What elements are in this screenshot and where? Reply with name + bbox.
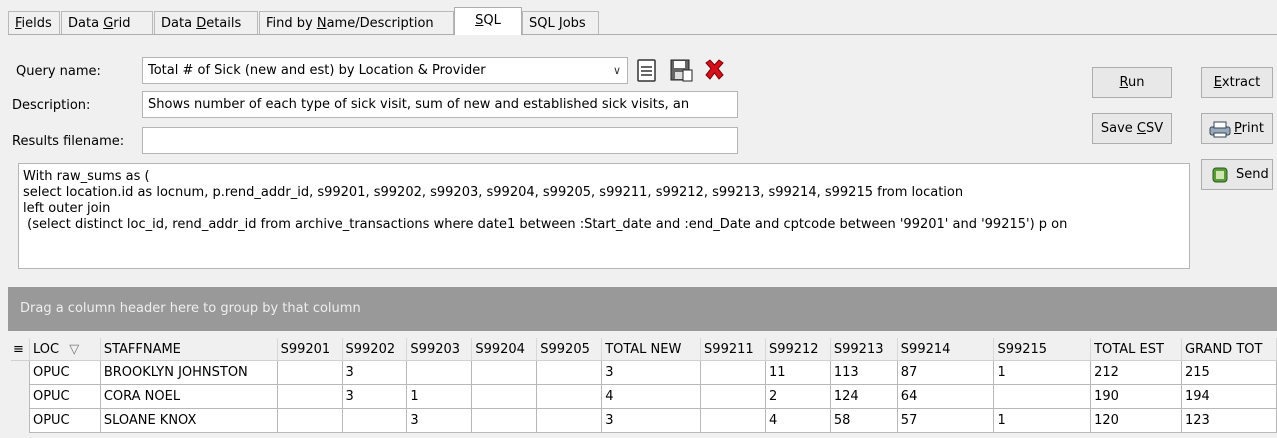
tab-sql-jobs[interactable]: SQL Jobs: [522, 11, 599, 34]
cell-loc[interactable]: OPUC: [28, 360, 101, 385]
delete-icon[interactable]: [701, 57, 728, 84]
send-icon: [1212, 167, 1228, 183]
sql-panel: Query name: Total # of Sick (new and est…: [8, 34, 1277, 438]
column-header-s99203[interactable]: S99203: [406, 338, 473, 361]
extract-button[interactable]: Extract: [1201, 67, 1273, 98]
description-field[interactable]: Shows number of each type of sick visit,…: [142, 91, 738, 118]
cell-s99214[interactable]: 57: [896, 408, 995, 433]
chevron-down-icon[interactable]: ∨: [613, 58, 621, 83]
group-by-panel[interactable]: Drag a column header here to group by th…: [8, 287, 1277, 331]
cell-s99202[interactable]: 3: [341, 384, 408, 409]
cell-s99205[interactable]: [536, 408, 603, 433]
cell-s99205[interactable]: [536, 360, 603, 385]
cell-s99203[interactable]: 3: [406, 408, 473, 433]
tab-data-details[interactable]: Data Details: [154, 11, 258, 34]
column-header-s99204[interactable]: S99204: [471, 338, 538, 361]
cell-s99212[interactable]: 11: [764, 360, 831, 385]
cell-s99202[interactable]: 3: [341, 360, 408, 385]
grid-header-row: ≡ LOC ▽ STAFFNAME S99201 S99202 S99203 S…: [11, 338, 1277, 361]
cell-s99205[interactable]: [536, 384, 603, 409]
column-header-total-new[interactable]: TOTAL NEW: [601, 338, 702, 361]
cell-s99201[interactable]: [276, 408, 343, 433]
column-header-loc[interactable]: LOC ▽: [29, 338, 101, 361]
cell-grand-tot[interactable]: 194: [1180, 384, 1277, 409]
column-header-s99202[interactable]: S99202: [342, 338, 408, 361]
column-header-s99212[interactable]: S99212: [765, 338, 831, 361]
description-label: Description:: [12, 98, 91, 113]
cell-s99213[interactable]: 124: [829, 384, 898, 409]
cell-staffname[interactable]: BROOKLYN JOHNSTON: [99, 360, 278, 385]
cell-s99214[interactable]: 87: [896, 360, 995, 385]
cell-s99204[interactable]: [471, 360, 538, 385]
cell-s99211[interactable]: [700, 408, 766, 433]
cell-s99202[interactable]: [341, 408, 408, 433]
table-row[interactable]: OPUC CORA NOEL 3 1 4 2 124 64 190 194: [11, 384, 1277, 409]
tab-fields[interactable]: Fields: [8, 11, 60, 34]
column-header-total-est[interactable]: TOTAL EST: [1090, 338, 1182, 361]
cell-loc[interactable]: OPUC: [28, 384, 101, 409]
cell-s99203[interactable]: 1: [406, 384, 473, 409]
row-indicator[interactable]: [11, 408, 30, 433]
cell-loc[interactable]: OPUC: [28, 408, 101, 433]
tab-find-by-name[interactable]: Find by Name/Description: [259, 11, 454, 34]
print-button[interactable]: Print: [1201, 113, 1273, 144]
tab-sql[interactable]: SQL: [454, 7, 522, 35]
cell-total-new[interactable]: 3: [601, 360, 702, 385]
cell-total-est[interactable]: 120: [1090, 408, 1182, 433]
column-header-s99211[interactable]: S99211: [700, 338, 766, 361]
query-name-value: Total # of Sick (new and est) by Locatio…: [148, 63, 486, 78]
table-row[interactable]: OPUC SLOANE KNOX 3 3 4 58 57 1 120 123: [11, 408, 1277, 433]
cell-s99212[interactable]: 2: [764, 384, 831, 409]
cell-staffname[interactable]: SLOANE KNOX: [99, 408, 278, 433]
column-header-s99213[interactable]: S99213: [830, 338, 898, 361]
sql-editor[interactable]: With raw_sums as ( select location.id as…: [18, 163, 1190, 269]
cell-s99212[interactable]: 4: [764, 408, 831, 433]
column-header-s99215[interactable]: S99215: [993, 338, 1092, 361]
cell-total-est[interactable]: 212: [1090, 360, 1182, 385]
printer-icon: [1209, 121, 1231, 138]
tab-data-grid[interactable]: Data Grid: [61, 11, 153, 34]
column-chooser-icon[interactable]: ≡: [11, 338, 30, 361]
cell-s99204[interactable]: [471, 408, 538, 433]
query-name-combo[interactable]: Total # of Sick (new and est) by Locatio…: [142, 57, 628, 84]
cell-total-new[interactable]: 4: [601, 384, 702, 409]
cell-s99201[interactable]: [276, 360, 343, 385]
column-header-grand-tot[interactable]: GRAND TOT: [1181, 338, 1277, 361]
results-filename-field[interactable]: [142, 127, 738, 154]
send-label: Send: [1236, 167, 1269, 182]
results-grid[interactable]: ≡ LOC ▽ STAFFNAME S99201 S99202 S99203 S…: [11, 338, 1277, 433]
cell-total-new[interactable]: 3: [601, 408, 702, 433]
cell-grand-tot[interactable]: 123: [1180, 408, 1277, 433]
row-indicator[interactable]: [11, 360, 30, 385]
save-csv-button[interactable]: Save CSV: [1092, 113, 1172, 144]
cell-grand-tot[interactable]: 215: [1180, 360, 1277, 385]
cell-s99211[interactable]: [700, 360, 766, 385]
column-header-staffname[interactable]: STAFFNAME: [100, 338, 278, 361]
cell-s99201[interactable]: [276, 384, 343, 409]
description-value: Shows number of each type of sick visit,…: [148, 97, 690, 112]
cell-s99215[interactable]: 1: [993, 408, 1092, 433]
cell-s99213[interactable]: 113: [829, 360, 898, 385]
query-name-label: Query name:: [16, 64, 101, 79]
cell-total-est[interactable]: 190: [1090, 384, 1182, 409]
column-header-s99205[interactable]: S99205: [536, 338, 603, 361]
column-header-s99201[interactable]: S99201: [277, 338, 343, 361]
send-button[interactable]: Send: [1201, 159, 1273, 190]
results-filename-label: Results filename:: [12, 134, 125, 149]
column-header-s99214[interactable]: S99214: [897, 338, 995, 361]
save-icon[interactable]: [634, 57, 661, 84]
row-indicator[interactable]: [11, 384, 30, 409]
cell-s99213[interactable]: 58: [829, 408, 898, 433]
cell-s99211[interactable]: [700, 384, 766, 409]
cell-s99214[interactable]: 64: [896, 384, 995, 409]
run-button[interactable]: Run: [1092, 67, 1172, 98]
save-as-icon[interactable]: [668, 57, 695, 84]
cell-s99204[interactable]: [471, 384, 538, 409]
cell-s99215[interactable]: 1: [993, 360, 1092, 385]
cell-staffname[interactable]: CORA NOEL: [99, 384, 278, 409]
filter-icon[interactable]: ▽: [69, 342, 79, 357]
cell-s99215[interactable]: [993, 384, 1092, 409]
cell-s99203[interactable]: [406, 360, 473, 385]
table-row[interactable]: OPUC BROOKLYN JOHNSTON 3 3 11 113 87 1 2…: [11, 360, 1277, 385]
